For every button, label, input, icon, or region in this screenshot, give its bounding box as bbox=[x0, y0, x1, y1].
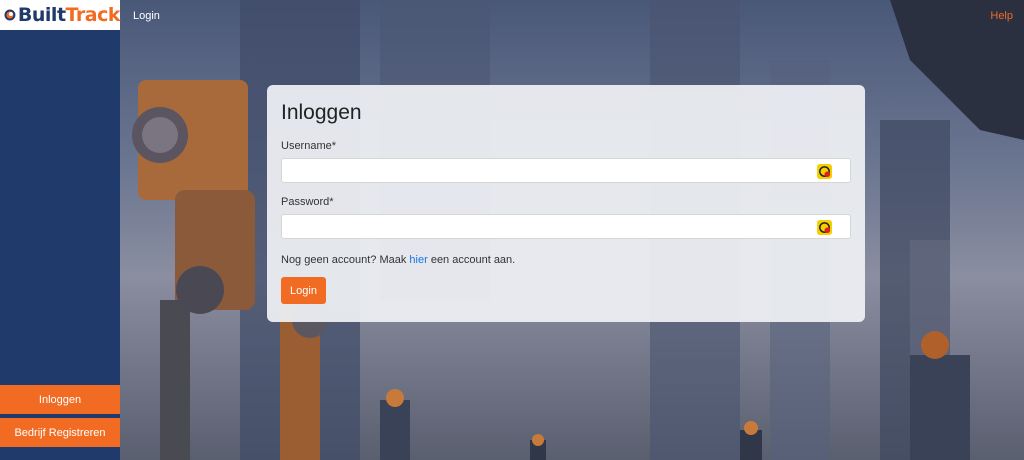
username-input[interactable] bbox=[282, 159, 850, 182]
nav-help-link[interactable]: Help bbox=[990, 10, 1013, 22]
login-card: Inloggen Username* Password* Nog geen ac… bbox=[267, 85, 865, 322]
password-manager-icon[interactable] bbox=[817, 164, 832, 179]
password-input[interactable] bbox=[282, 215, 850, 238]
sidebar: BuiltTrack Inloggen Bedrijf Registreren bbox=[0, 0, 121, 460]
register-note-suffix: een account aan. bbox=[427, 254, 516, 266]
username-field-wrapper bbox=[281, 158, 851, 183]
sidebar-item-label: Inloggen bbox=[38, 393, 82, 406]
register-link[interactable]: hier bbox=[409, 254, 427, 266]
nav-login-link[interactable]: Login bbox=[133, 10, 160, 22]
password-manager-icon[interactable] bbox=[817, 220, 832, 235]
logo-mark-icon bbox=[4, 9, 16, 21]
password-field-wrapper bbox=[281, 214, 851, 239]
login-button[interactable]: Login bbox=[281, 277, 326, 304]
sidebar-item-label: Bedrijf Registreren bbox=[14, 426, 106, 439]
username-label: Username* bbox=[281, 140, 337, 152]
register-note-prefix: Nog geen account? Maak bbox=[281, 254, 410, 266]
login-title: Inloggen bbox=[281, 101, 362, 124]
logo-text: BuiltTrack bbox=[17, 4, 121, 26]
sidebar-item-inloggen[interactable]: Inloggen bbox=[0, 385, 120, 414]
sidebar-item-bedrijf-registreren[interactable]: Bedrijf Registreren bbox=[0, 418, 120, 447]
app-logo[interactable]: BuiltTrack bbox=[0, 0, 121, 30]
password-label: Password* bbox=[281, 196, 334, 208]
logo-text-built: Built bbox=[17, 4, 66, 26]
register-note: Nog geen account? Maak hier een account … bbox=[281, 254, 851, 266]
logo-text-track: Track bbox=[65, 4, 121, 26]
